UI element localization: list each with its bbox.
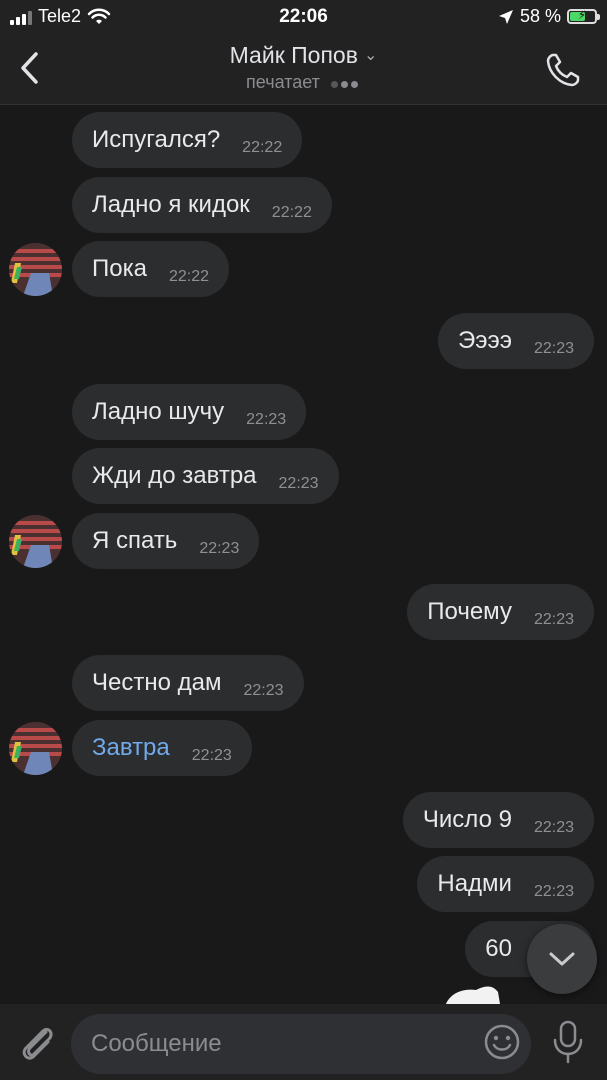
message-text: 60 bbox=[485, 935, 512, 962]
chat-header: Майк Попов ⌄ печатает bbox=[0, 34, 607, 105]
message-time: 22:22 bbox=[168, 268, 210, 285]
message-text: Пока bbox=[92, 255, 147, 282]
message-text: Ладно шучу bbox=[92, 398, 225, 425]
message-time: 22:23 bbox=[191, 747, 232, 764]
incoming-message[interactable]: Ладно я кидок 22:22 bbox=[72, 177, 332, 233]
message-text: Ээээ bbox=[457, 327, 512, 354]
scroll-down-icon bbox=[549, 952, 575, 966]
incoming-message[interactable]: Честно дам 22:23 bbox=[72, 655, 304, 711]
message-time: 22:23 bbox=[243, 682, 284, 699]
incoming-message[interactable]: Ладно шучу 22:23 bbox=[72, 384, 307, 440]
message-time: 22:23 bbox=[533, 883, 574, 900]
avatar[interactable] bbox=[9, 243, 62, 296]
incoming-message[interactable]: Жди до завтра 22:23 bbox=[72, 448, 339, 504]
message-text: Надми bbox=[437, 870, 512, 897]
incoming-message[interactable]: Завтра 22:23 bbox=[72, 720, 252, 776]
microphone-icon[interactable] bbox=[548, 1018, 588, 1066]
location-arrow-icon bbox=[498, 9, 513, 24]
message-text: Честно дам bbox=[92, 669, 222, 696]
battery-icon: ⚡ bbox=[567, 8, 600, 24]
message-input[interactable]: Сообщение bbox=[71, 1014, 531, 1074]
attach-icon[interactable] bbox=[16, 1020, 58, 1064]
message-text: Число 9 bbox=[422, 806, 512, 833]
incoming-message[interactable]: Испугался? 22:22 bbox=[72, 112, 303, 168]
incoming-message[interactable]: Пока 22:22 bbox=[72, 241, 230, 297]
message-text: Ладно я кидок bbox=[92, 191, 250, 218]
message-text: Испугался? bbox=[92, 126, 221, 153]
incoming-message[interactable]: Я спать 22:23 bbox=[72, 513, 260, 569]
battery-percent: 58 % bbox=[519, 6, 561, 26]
message-link[interactable]: Завтра bbox=[92, 734, 170, 762]
message-list[interactable]: Испугался? 22:22 Ладно я кидок 22:22 Пока 22:… bbox=[0, 104, 607, 1004]
status-bar: Tele2 22:06 58 % ⚡ bbox=[0, 0, 607, 34]
composer: Сообщение bbox=[0, 1004, 607, 1080]
sticker-peek bbox=[446, 986, 500, 1004]
message-time: 22:23 bbox=[246, 411, 287, 428]
chevron-down-icon: ⌄ bbox=[363, 47, 378, 64]
outgoing-message[interactable]: Надми 22:23 bbox=[417, 856, 594, 912]
avatar[interactable] bbox=[9, 515, 62, 568]
emoji-icon[interactable] bbox=[482, 1022, 522, 1062]
message-text: Я спать bbox=[92, 527, 178, 554]
contact-name: Майк Попов bbox=[229, 42, 358, 68]
outgoing-message[interactable]: Число 9 22:23 bbox=[402, 792, 594, 848]
message-time: 22:22 bbox=[271, 204, 312, 221]
typing-dots-icon bbox=[330, 72, 361, 93]
message-text: Жди до завтра bbox=[92, 462, 257, 489]
message-time: 22:22 bbox=[242, 139, 283, 156]
message-time: 22:23 bbox=[533, 340, 574, 357]
message-time: 22:23 bbox=[199, 540, 240, 557]
status-right: 58 % ⚡ bbox=[498, 6, 600, 27]
message-time: 22:23 bbox=[278, 475, 319, 492]
avatar[interactable] bbox=[9, 722, 62, 775]
message-text: Почему bbox=[427, 598, 512, 625]
scroll-down-button[interactable] bbox=[527, 924, 597, 994]
message-time: 22:23 bbox=[533, 611, 574, 628]
contact-name-button[interactable]: Майк Попов ⌄ bbox=[0, 42, 607, 69]
typing-status: печатает bbox=[0, 72, 607, 93]
message-input-placeholder: Сообщение bbox=[91, 1030, 222, 1057]
phone-icon[interactable] bbox=[543, 50, 583, 90]
message-time: 22:23 bbox=[533, 819, 574, 836]
outgoing-message[interactable]: Ээээ 22:23 bbox=[437, 313, 594, 369]
typing-label: печатает bbox=[246, 72, 320, 92]
outgoing-message[interactable]: Почему 22:23 bbox=[407, 584, 594, 640]
